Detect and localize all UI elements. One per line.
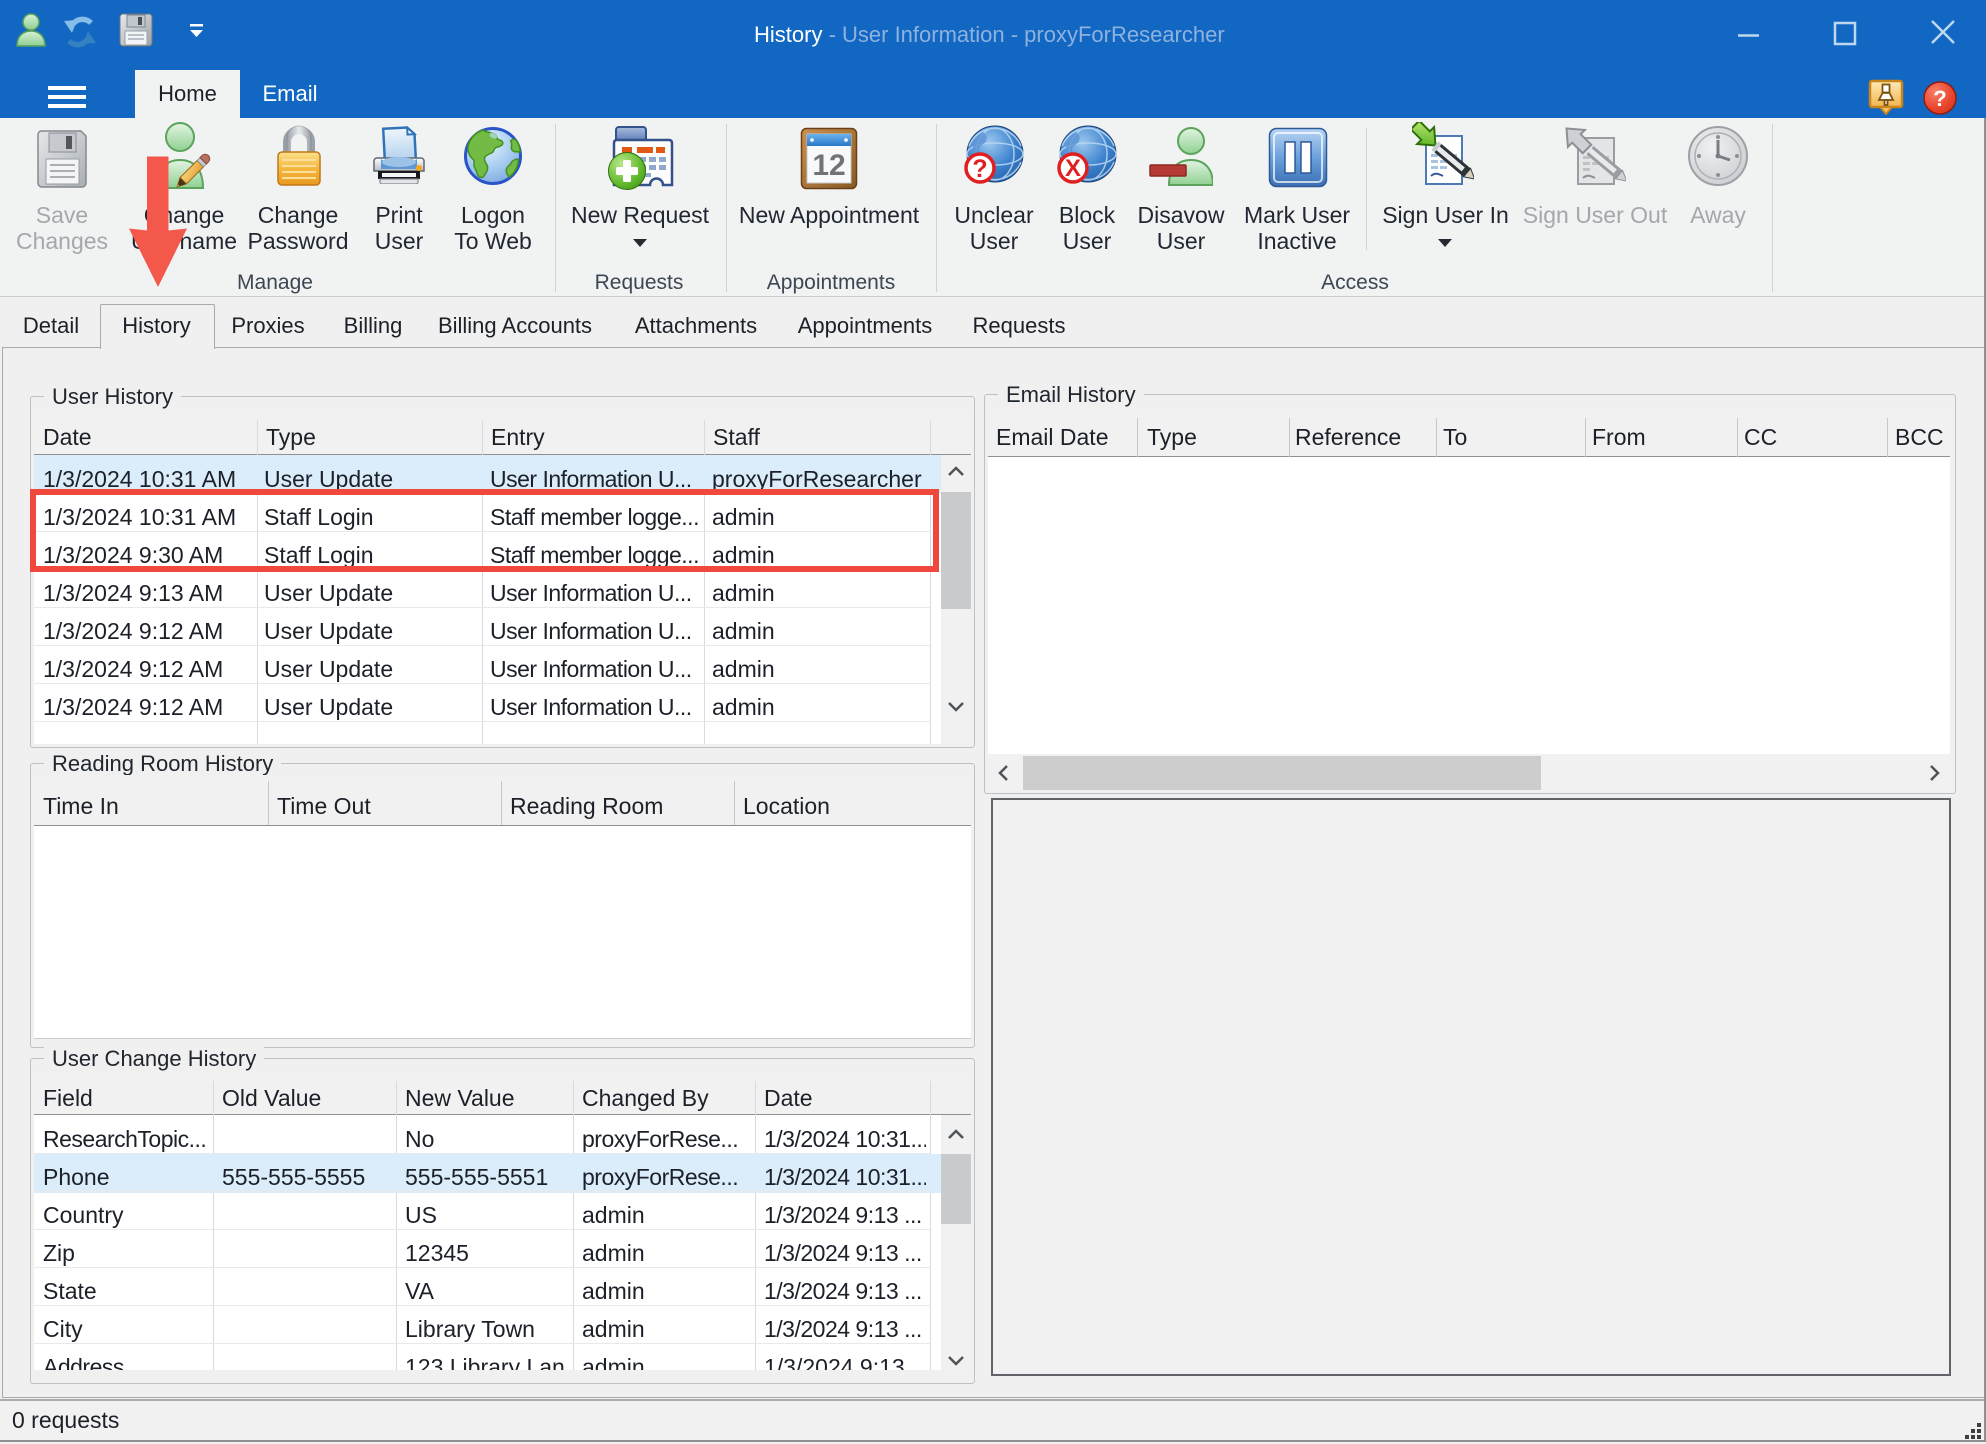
svg-text:X: X bbox=[1065, 155, 1081, 182]
svg-text:?: ? bbox=[972, 155, 987, 183]
svg-text:?: ? bbox=[1933, 86, 1946, 111]
svg-text:12: 12 bbox=[812, 149, 845, 182]
